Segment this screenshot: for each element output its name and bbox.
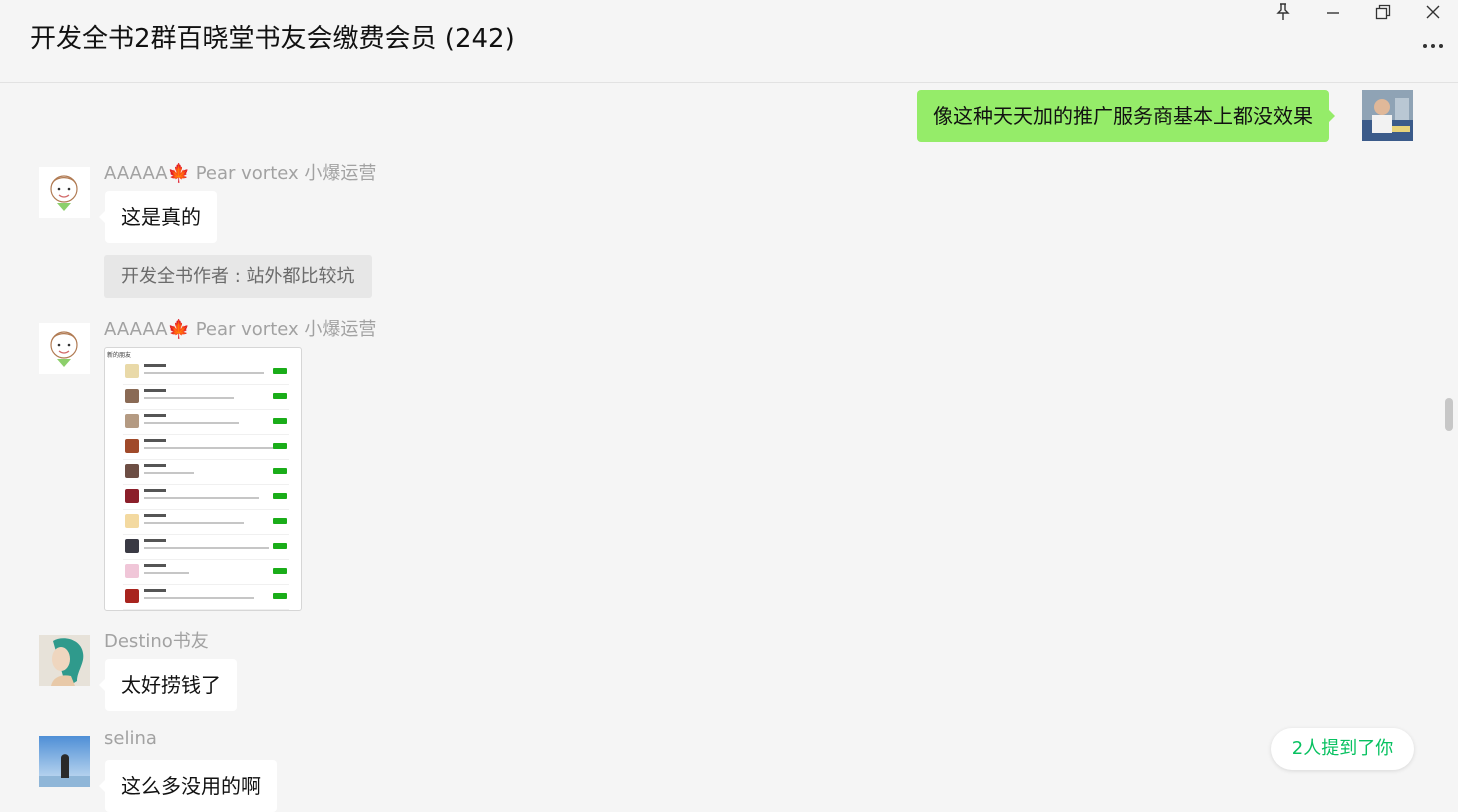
image-row <box>123 410 289 435</box>
sender-avatar[interactable] <box>39 635 90 686</box>
scrollbar-thumb[interactable] <box>1445 398 1453 431</box>
chat-header: 开发全书2群百晓堂书友会缴费会员 (242) <box>0 0 1458 83</box>
sender-name: AAAAA🍁 Pear vortex 小爆运营 <box>104 163 377 184</box>
sender-name: Destino书友 <box>104 631 209 652</box>
image-row <box>123 385 289 410</box>
image-row <box>123 435 289 460</box>
pin-icon[interactable] <box>1268 0 1298 24</box>
close-icon[interactable] <box>1418 0 1448 24</box>
image-row <box>123 460 289 485</box>
image-row <box>123 535 289 560</box>
sender-avatar[interactable] <box>39 736 90 787</box>
image-row <box>123 360 289 385</box>
image-header-text: 新的朋友 <box>107 352 132 359</box>
image-row <box>123 560 289 585</box>
sender-name: selina <box>104 728 157 749</box>
minimize-icon[interactable] <box>1318 0 1348 24</box>
restore-icon[interactable] <box>1368 0 1398 24</box>
quote-reply[interactable]: 开发全书作者 : 站外都比较坑 <box>104 255 372 298</box>
image-message[interactable]: 新的朋友 <box>104 347 302 611</box>
image-row <box>123 585 289 610</box>
more-icon[interactable] <box>1418 36 1448 56</box>
sender-avatar[interactable] <box>39 323 90 374</box>
message-bubble[interactable]: 太好捞钱了 <box>99 659 237 711</box>
image-row <box>123 510 289 535</box>
message-bubble[interactable]: 这么多没用的啊 <box>99 760 277 812</box>
message-bubble[interactable]: 这是真的 <box>99 191 217 243</box>
chat-title: 开发全书2群百晓堂书友会缴费会员 (242) <box>30 24 515 54</box>
image-row <box>123 485 289 510</box>
my-avatar[interactable] <box>1362 90 1413 141</box>
sender-avatar[interactable] <box>39 167 90 218</box>
mention-notification-button[interactable]: 2人提到了你 <box>1271 728 1414 770</box>
my-message-bubble[interactable]: 像这种天天加的推广服务商基本上都没效果 <box>917 90 1335 142</box>
sender-name: AAAAA🍁 Pear vortex 小爆运营 <box>104 319 377 340</box>
